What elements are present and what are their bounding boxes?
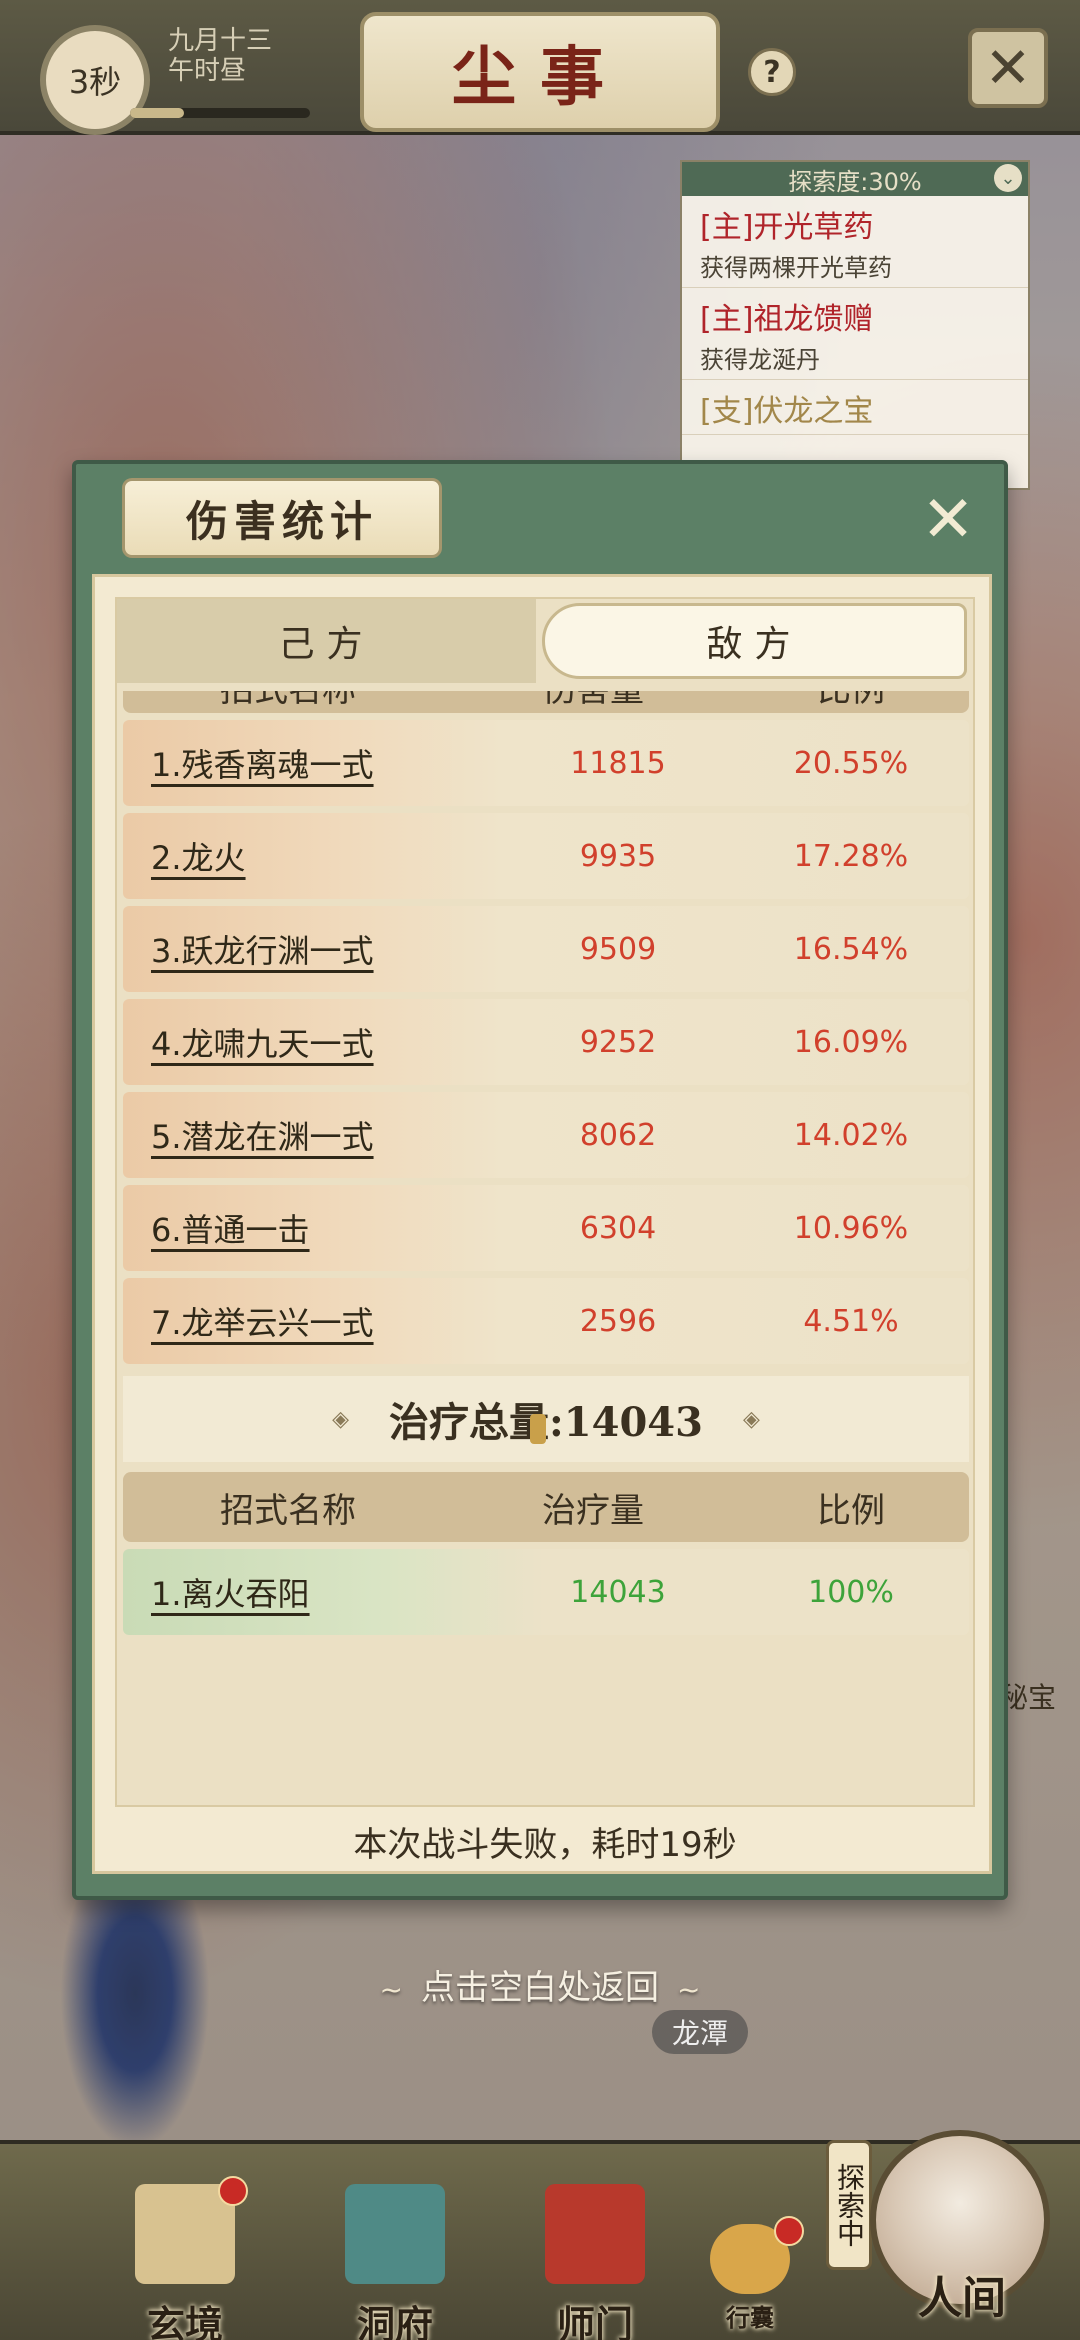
location-tag[interactable]: 龙潭 <box>652 2010 748 2054</box>
skill-name[interactable]: 5.潜龙在渊一式 <box>123 1112 503 1158</box>
nav-xuanjing[interactable]: 玄境 <box>110 2176 260 2340</box>
swirl-ornament-icon: ~ <box>677 1973 701 2006</box>
nav-shimen[interactable]: 师门 <box>520 2184 670 2340</box>
damage-amount: 6304 <box>579 1210 657 1246</box>
close-icon[interactable]: ✕ <box>912 483 984 557</box>
ratio: 4.51% <box>803 1303 899 1339</box>
ratio: 100% <box>808 1574 894 1610</box>
damage-amount: 9252 <box>579 1024 657 1060</box>
quest-item[interactable]: [支]伏龙之宝 <box>682 380 1028 435</box>
column-header: 招式名称 <box>123 691 453 711</box>
column-header: 治疗量 <box>542 1490 644 1531</box>
table-row[interactable]: 6.普通一击 6304 10.96% <box>123 1185 969 1271</box>
damage-stats-dialog: 伤害统计 ✕ 己方 敌方 招式名称 伤害量 比例 1.残香离魂一式 11815 20… <box>72 460 1008 1900</box>
table-row[interactable]: 1.残香离魂一式 11815 20.55% <box>123 720 969 806</box>
quest-title: [主]祖龙馈赠 <box>700 302 874 337</box>
top-bar: 3秒 九月十三 午时昼 尘事 ? ✕ <box>0 0 1080 135</box>
damage-rows: 1.残香离魂一式 11815 20.55% 2.龙火 9935 17.28% 3.跃龙行渊一… <box>123 720 969 1364</box>
heal-total: ◈ 治疗总量:14043 ◈ <box>123 1376 969 1462</box>
game-date: 九月十三 午时昼 <box>168 26 272 86</box>
skill-name[interactable]: 2.龙火 <box>123 833 503 879</box>
damage-table-header: 招式名称 伤害量 比例 <box>123 691 969 713</box>
skill-name[interactable]: 1.离火吞阳 <box>123 1569 503 1615</box>
ratio: 16.09% <box>793 1024 909 1060</box>
diamond-ornament-icon: ◈ <box>742 1406 760 1432</box>
notification-badge <box>774 2216 804 2246</box>
banner-icon <box>545 2184 645 2284</box>
quest-title: [支]伏龙之宝 <box>700 394 874 429</box>
quest-panel: 探索度:30% ⌄ [主]开光草药 获得两棵开光草药 [主]祖龙馈赠 获得龙涎丹… <box>680 160 1030 490</box>
exploration-progress[interactable]: 探索度:30% ⌄ <box>682 162 1028 196</box>
time-progress-fill <box>130 108 184 118</box>
nav-label: 玄境 <box>146 2302 223 2340</box>
damage-amount: 2596 <box>579 1303 657 1339</box>
skill-name[interactable]: 4.龙啸九天一式 <box>123 1019 503 1065</box>
dialog-body: 己方 敌方 招式名称 伤害量 比例 1.残香离魂一式 11815 20.55% 2.龙… <box>92 574 992 1874</box>
side-label: 秘宝 <box>1000 1681 1057 1714</box>
heal-table-header: 招式名称 治疗量 比例 <box>123 1472 969 1542</box>
ratio: 20.55% <box>793 745 909 781</box>
quest-desc: 获得龙涎丹 <box>700 346 820 374</box>
date-line: 九月十三 <box>168 26 273 56</box>
ratio: 16.54% <box>793 931 909 967</box>
ratio: 14.02% <box>793 1117 909 1153</box>
close-icon[interactable]: ✕ <box>968 28 1048 108</box>
quest-item[interactable]: [主]祖龙馈赠 获得龙涎丹 <box>682 288 1028 380</box>
damage-amount: 9935 <box>579 838 657 874</box>
tap-to-return[interactable]: ~ 点击空白处返回 ~ <box>0 1960 1080 2009</box>
quest-title: [主]开光草药 <box>700 210 874 245</box>
heal-rows: 1.离火吞阳 14043 100% <box>123 1549 969 1635</box>
diamond-ornament-icon: ◈ <box>332 1406 350 1432</box>
page-title: 尘事 <box>360 12 720 132</box>
damage-amount: 8062 <box>579 1117 657 1153</box>
table-row[interactable]: 2.龙火 9935 17.28% <box>123 813 969 899</box>
stats-table[interactable]: 招式名称 伤害量 比例 1.残香离魂一式1181520.55%2.龙火99351… <box>123 691 969 1795</box>
swirl-ornament-icon: ~ <box>379 1973 403 2006</box>
nav-label: 行囊 <box>726 2303 774 2332</box>
table-row[interactable]: 1.离火吞阳 14043 100% <box>123 1549 969 1635</box>
heal-amount: 14043 <box>570 1574 666 1610</box>
nav-xingnang[interactable]: 行囊 <box>690 2216 810 2340</box>
side-tabs: 己方 敌方 <box>117 599 973 683</box>
skill-name[interactable]: 1.残香离魂一式 <box>123 740 503 786</box>
chevron-down-icon[interactable]: ⌄ <box>994 164 1022 192</box>
world-label: 人间 <box>918 2273 1006 2324</box>
column-header: 比例 <box>733 691 969 711</box>
column-header: 伤害量 <box>453 691 733 711</box>
skill-name[interactable]: 6.普通一击 <box>123 1205 503 1251</box>
tap-return-label: 点击空白处返回 <box>421 1968 659 2008</box>
table-row[interactable]: 3.跃龙行渊一式 9509 16.54% <box>123 906 969 992</box>
heal-total-label: 治疗总量:14043 <box>389 1399 703 1446</box>
time-progress <box>130 108 310 118</box>
pavilion-icon <box>345 2184 445 2284</box>
skill-name[interactable]: 3.跃龙行渊一式 <box>123 926 503 972</box>
ratio: 10.96% <box>793 1210 909 1246</box>
ratio: 17.28% <box>793 838 909 874</box>
time-period: 午时昼 <box>168 56 247 86</box>
table-row[interactable]: 4.龙啸九天一式 9252 16.09% <box>123 999 969 1085</box>
nav-dongfu[interactable]: 洞府 <box>320 2184 470 2340</box>
exploring-status[interactable]: 探索中 <box>826 2140 872 2270</box>
quest-desc: 获得两棵开光草药 <box>700 254 892 282</box>
stats-panel: 己方 敌方 招式名称 伤害量 比例 1.残香离魂一式 11815 20.55% 2.龙… <box>115 597 975 1807</box>
battle-result: 本次战斗失败，耗时19秒 <box>353 1825 737 1865</box>
help-button[interactable]: ? <box>748 48 796 96</box>
column-header: 比例 <box>817 1490 885 1531</box>
tassel-ornament <box>530 1414 546 1444</box>
table-row[interactable]: 7.龙举云兴一式 2596 4.51% <box>123 1278 969 1364</box>
timer: 3秒 <box>40 25 150 135</box>
notification-badge <box>218 2176 248 2206</box>
damage-amount: 11815 <box>570 745 666 781</box>
column-header: 招式名称 <box>220 1490 356 1531</box>
dialog-title: 伤害统计 <box>122 478 442 558</box>
damage-amount: 9509 <box>579 931 657 967</box>
exploration-label: 探索度:30% <box>788 167 922 196</box>
nav-label: 师门 <box>556 2302 633 2340</box>
table-row[interactable]: 5.潜龙在渊一式 8062 14.02% <box>123 1092 969 1178</box>
skill-name[interactable]: 7.龙举云兴一式 <box>123 1298 503 1344</box>
nav-label: 洞府 <box>356 2302 433 2340</box>
tab-enemy-side[interactable]: 敌方 <box>542 603 967 679</box>
quest-item[interactable]: [主]开光草药 获得两棵开光草药 <box>682 196 1028 288</box>
tab-own-side[interactable]: 己方 <box>117 599 536 683</box>
